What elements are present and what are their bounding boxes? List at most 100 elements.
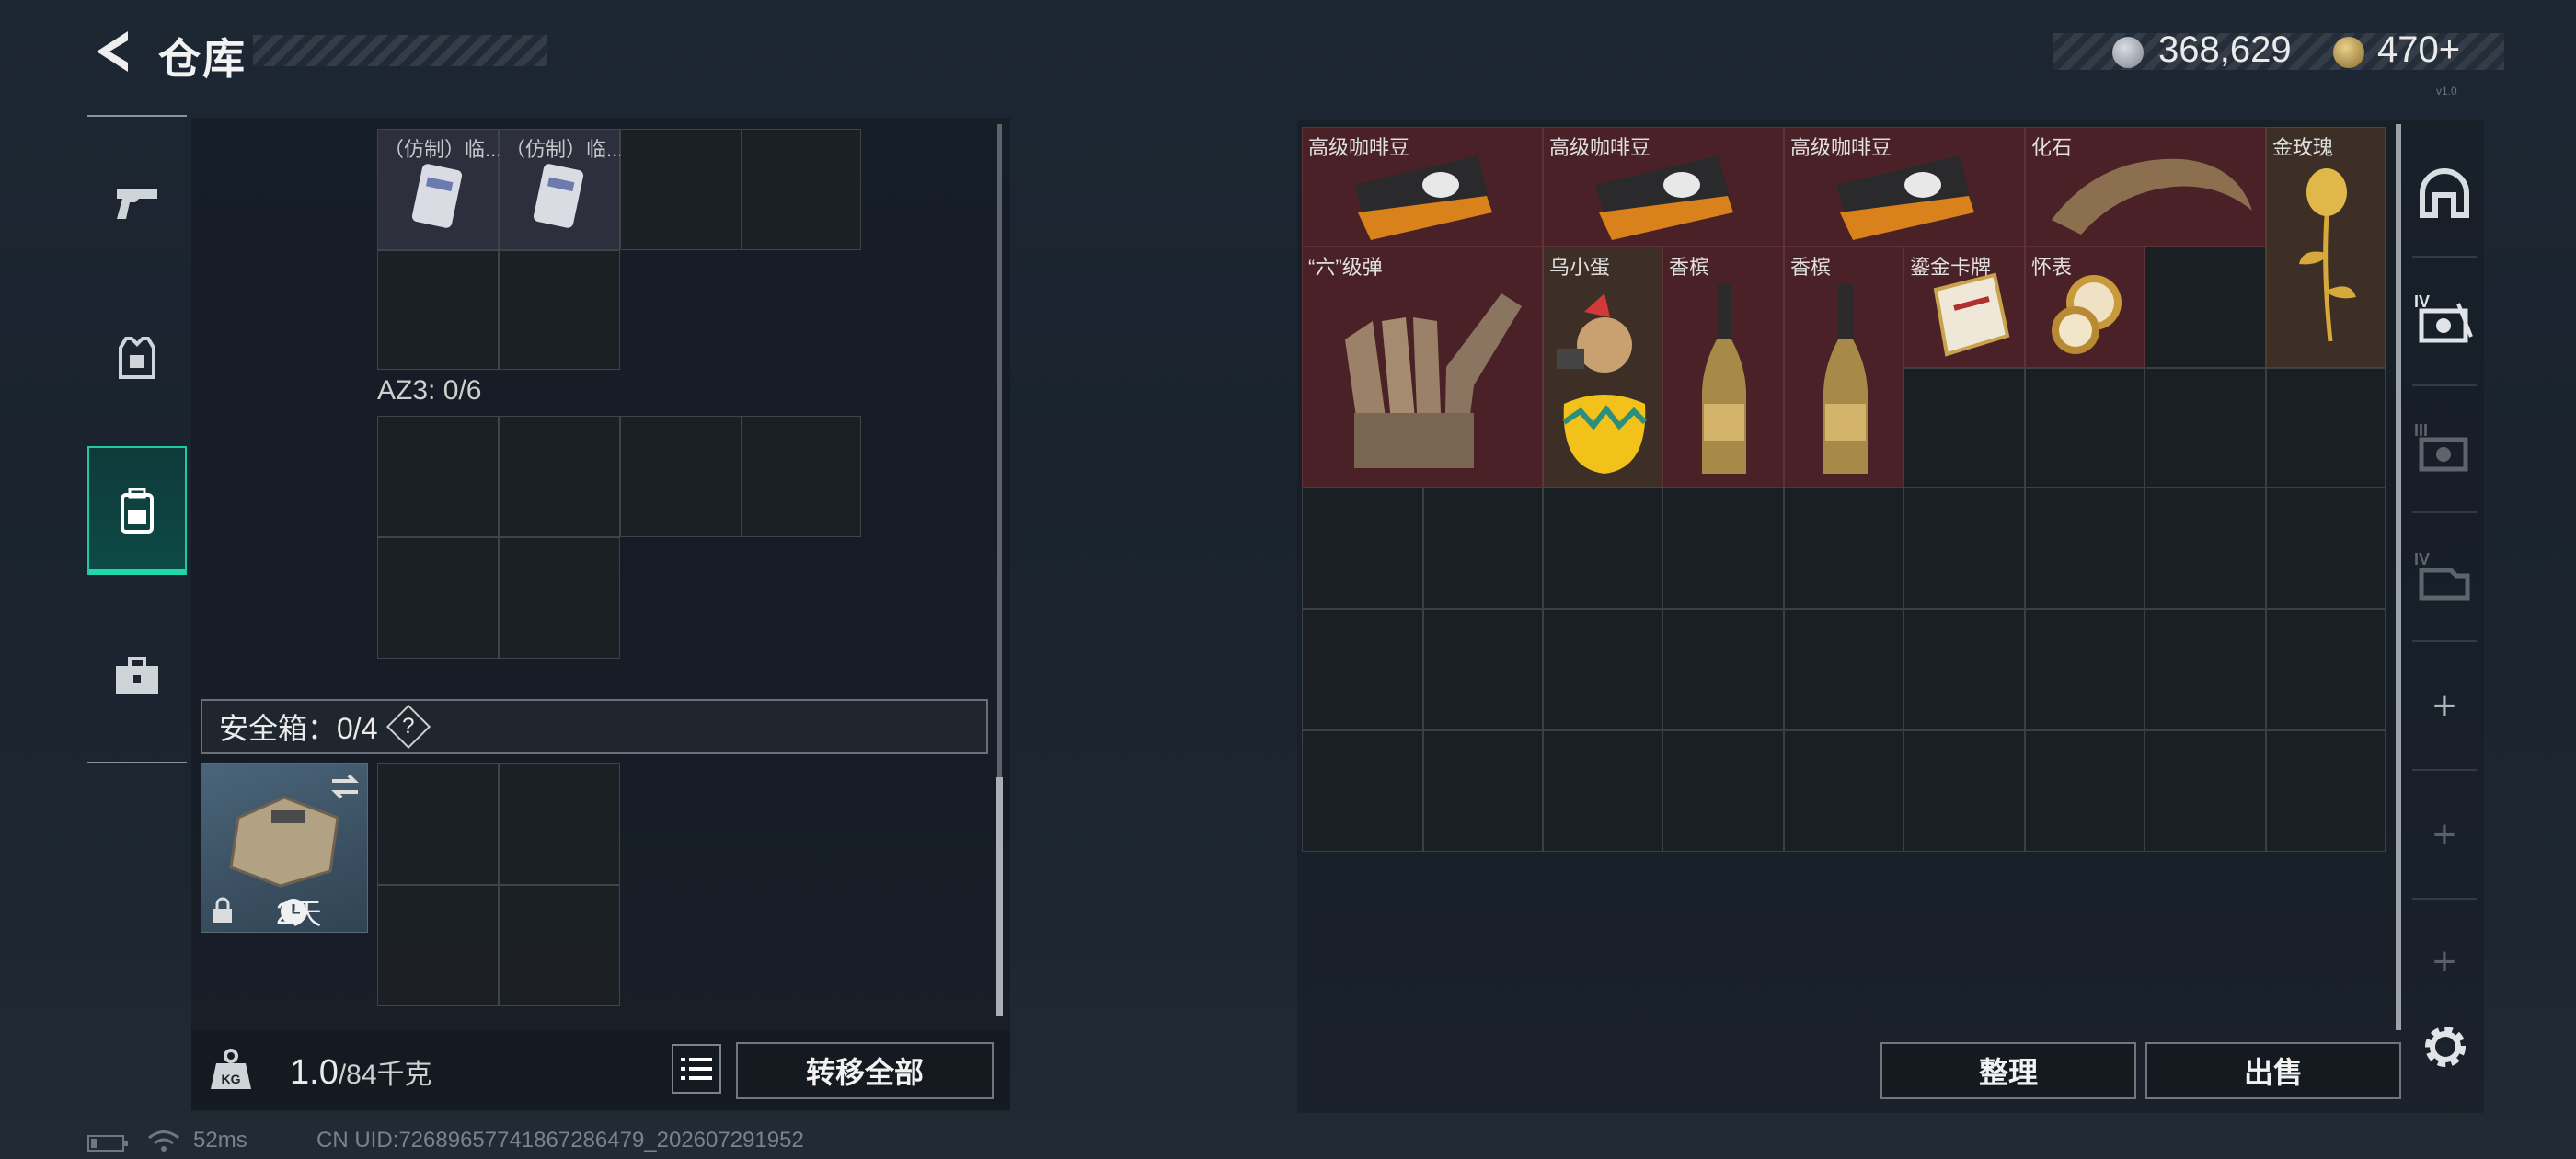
empty-slot[interactable]: [499, 416, 620, 537]
empty-slot[interactable]: [499, 885, 620, 1006]
storage-item[interactable]: 高级咖啡豆: [1302, 127, 1543, 247]
back-button[interactable]: [87, 26, 135, 77]
safe-box-label: 安全箱：0/4: [219, 712, 378, 745]
empty-slot[interactable]: [2266, 609, 2386, 730]
empty-slot[interactable]: [1784, 488, 1903, 609]
storage-scrollbar[interactable]: [2396, 124, 2401, 1030]
empty-slot[interactable]: [377, 416, 499, 537]
empty-slot[interactable]: [620, 416, 742, 537]
storage-tab-armor-3[interactable]: III: [2405, 382, 2484, 511]
empty-slot[interactable]: [2025, 609, 2145, 730]
sell-button[interactable]: 出售: [2145, 1042, 2401, 1099]
empty-slot[interactable]: [1662, 730, 1784, 852]
swap-icon[interactable]: [328, 772, 362, 801]
storage-item[interactable]: 化石: [2025, 127, 2266, 247]
storage-item[interactable]: 怀表: [2025, 247, 2145, 368]
empty-slot[interactable]: [377, 537, 499, 659]
empty-slot[interactable]: [2266, 488, 2386, 609]
list-view-button[interactable]: [672, 1044, 721, 1094]
empty-slot[interactable]: [1302, 488, 1423, 609]
storage-item[interactable]: 高级咖啡豆: [1543, 127, 1784, 247]
empty-slot[interactable]: [1903, 488, 2025, 609]
page-title: 仓库: [158, 35, 247, 83]
armor-3-icon: III: [2414, 421, 2468, 472]
empty-slot[interactable]: [2025, 488, 2145, 609]
empty-slot[interactable]: [499, 537, 620, 659]
transfer-all-button[interactable]: 转移全部: [736, 1042, 994, 1099]
gold-coin-icon: [2333, 37, 2364, 68]
safe-box-timer: 2天: [276, 897, 322, 930]
nav-divider-top: [87, 115, 187, 117]
storage-item[interactable]: 乌小蛋: [1543, 247, 1662, 488]
inventory-item[interactable]: （仿制）临...: [377, 129, 501, 250]
empty-slot[interactable]: [742, 416, 861, 537]
storage-item[interactable]: 高级咖啡豆: [1784, 127, 2025, 247]
inventory-item[interactable]: （仿制）临...: [499, 129, 623, 250]
backpack-icon: [121, 488, 154, 534]
empty-slot[interactable]: [377, 250, 499, 370]
nav-weapons[interactable]: [87, 138, 187, 267]
empty-slot[interactable]: [620, 129, 742, 250]
nav-backpack[interactable]: [87, 446, 187, 575]
storage-item[interactable]: “六”级弹: [1302, 247, 1543, 488]
rig-4-icon: IV: [2414, 550, 2470, 601]
storage-tab-helmet[interactable]: [2405, 129, 2484, 258]
empty-slot[interactable]: [2025, 730, 2145, 852]
empty-slot[interactable]: [2025, 368, 2145, 488]
briefcase-icon: [116, 657, 158, 694]
empty-slot[interactable]: [2145, 609, 2266, 730]
empty-slot[interactable]: [1543, 730, 1662, 852]
empty-slot[interactable]: [1423, 730, 1543, 852]
ration-pack-icon: [533, 164, 584, 228]
empty-slot[interactable]: [499, 763, 620, 885]
empty-slot[interactable]: [1543, 488, 1662, 609]
empty-slot[interactable]: [2266, 368, 2386, 488]
empty-slot[interactable]: [377, 885, 499, 1006]
empty-slot[interactable]: [1903, 368, 2025, 488]
empty-slot[interactable]: [1662, 609, 1784, 730]
empty-slot[interactable]: [2145, 488, 2266, 609]
nav-divider-bottom: [87, 762, 187, 763]
empty-slot[interactable]: [1302, 609, 1423, 730]
empty-slot[interactable]: [2145, 730, 2266, 852]
empty-slot[interactable]: [742, 129, 861, 250]
sort-button[interactable]: 整理: [1880, 1042, 2136, 1099]
storage-item[interactable]: 香槟: [1662, 247, 1784, 488]
storage-item[interactable]: 香槟: [1784, 247, 1903, 488]
nav-armor[interactable]: [87, 294, 187, 423]
empty-slot[interactable]: [1423, 609, 1543, 730]
coffee-beans-icon: [1595, 155, 1733, 240]
currency-gold[interactable]: 470+: [2377, 29, 2460, 71]
empty-slot[interactable]: [2266, 730, 2386, 852]
help-icon[interactable]: ?: [385, 704, 431, 750]
empty-slot[interactable]: [1784, 730, 1903, 852]
settings-button[interactable]: [2418, 1019, 2473, 1074]
plus-icon: +: [2432, 939, 2456, 984]
empty-slot[interactable]: [1423, 488, 1543, 609]
empty-slot[interactable]: [499, 250, 620, 370]
svg-text:IV: IV: [2414, 550, 2430, 568]
left-scrollbar-thumb[interactable]: [996, 777, 1003, 1016]
add-storage-tab[interactable]: +: [2405, 642, 2484, 771]
empty-slot[interactable]: [377, 763, 499, 885]
empty-slot[interactable]: [2145, 368, 2266, 488]
empty-slot[interactable]: [1543, 609, 1662, 730]
empty-slot[interactable]: [1302, 730, 1423, 852]
svg-text:III: III: [2414, 421, 2428, 440]
add-storage-tab-locked[interactable]: +: [2405, 898, 2484, 1027]
golden-rose-icon: [2299, 168, 2356, 342]
lock-icon: [213, 897, 232, 923]
empty-slot[interactable]: [2145, 247, 2266, 368]
storage-tab-armor-4[interactable]: IV: [2405, 253, 2484, 382]
storage-item[interactable]: 鎏金卡牌: [1903, 247, 2025, 368]
storage-item[interactable]: 金玫瑰: [2266, 127, 2386, 368]
add-storage-tab-locked[interactable]: +: [2405, 771, 2484, 900]
empty-slot[interactable]: [1903, 609, 2025, 730]
currency-silver: 368,629: [2158, 29, 2292, 70]
empty-slot[interactable]: [1784, 609, 1903, 730]
storage-tab-rig-4[interactable]: IV: [2405, 511, 2484, 639]
empty-slot[interactable]: [1903, 730, 2025, 852]
nav-briefcase[interactable]: [87, 612, 187, 740]
empty-slot[interactable]: [1662, 488, 1784, 609]
item-label: “六”级弹: [1308, 256, 1383, 279]
